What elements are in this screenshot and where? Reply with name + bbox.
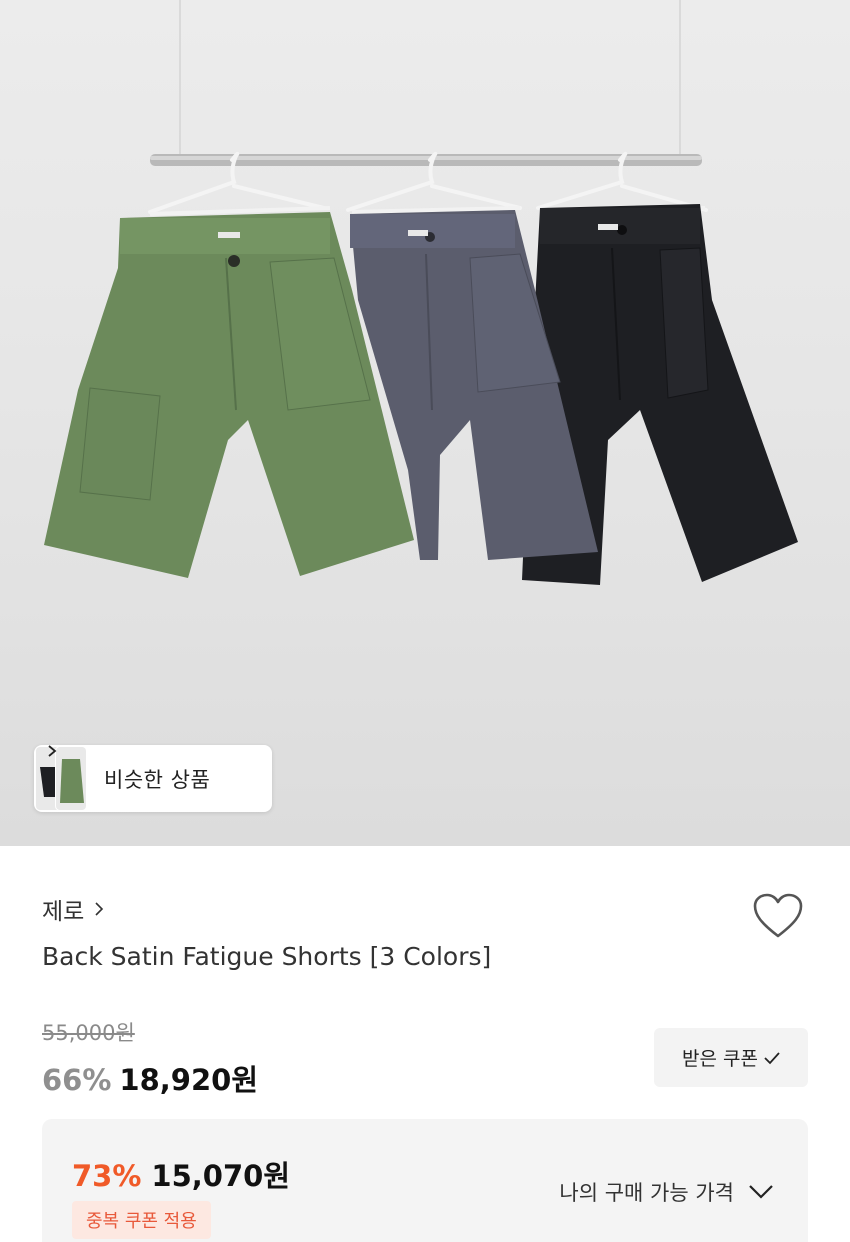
sale-price: 18,920원	[119, 1063, 259, 1097]
similar-products-button[interactable]: 비슷한 상품	[34, 745, 272, 812]
my-sale-price: 15,070원	[151, 1159, 291, 1193]
my-purchase-price-panel[interactable]: 73% 15,070원 중복 쿠폰 적용 나의 구매 가능 가격	[42, 1119, 808, 1242]
check-icon	[764, 1051, 780, 1064]
heart-icon	[753, 893, 803, 938]
chevron-right-icon	[48, 745, 57, 757]
received-coupon-button[interactable]: 받은 쿠폰	[654, 1028, 808, 1087]
similar-thumbnail-green	[56, 747, 86, 810]
original-price: 55,000원	[42, 1021, 135, 1045]
duplicate-coupon-badge: 중복 쿠폰 적용	[72, 1201, 211, 1239]
product-image[interactable]: 비슷한 상품	[0, 0, 850, 846]
my-price-toggle[interactable]: 나의 구매 가능 가격	[559, 1177, 774, 1207]
my-price-row: 73% 15,070원	[72, 1153, 290, 1195]
chevron-right-icon	[95, 902, 104, 916]
product-title: Back Satin Fatigue Shorts [3 Colors]	[42, 942, 492, 971]
product-photo-illustration	[44, 0, 798, 585]
similar-products-label: 비슷한 상품	[104, 767, 211, 792]
my-discount-rate: 73%	[72, 1159, 142, 1193]
sale-price-row: 66% 18,920원	[42, 1057, 258, 1099]
brand-link[interactable]: 제로	[42, 892, 104, 926]
my-price-toggle-label: 나의 구매 가능 가격	[559, 1181, 734, 1205]
duplicate-coupon-label: 중복 쿠폰 적용	[86, 1211, 197, 1232]
chevron-down-icon	[749, 1185, 773, 1199]
received-coupon-label: 받은 쿠폰	[682, 1048, 758, 1070]
discount-rate: 66%	[42, 1063, 112, 1097]
brand-name: 제로	[42, 899, 85, 925]
wishlist-heart-button[interactable]	[751, 892, 805, 940]
similar-thumbnails	[34, 745, 92, 812]
